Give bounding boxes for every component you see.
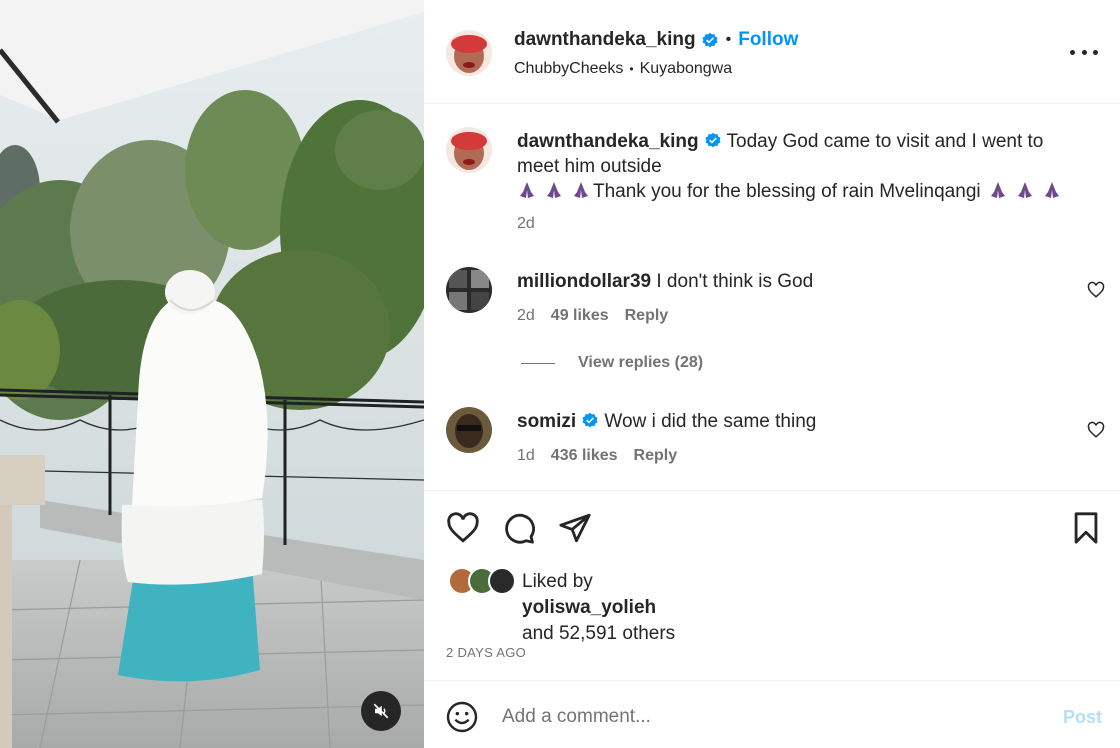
author-username[interactable]: dawnthandeka_king: [514, 29, 696, 51]
liked-by-label: Liked by: [522, 571, 593, 592]
audio-artist[interactable]: ChubbyCheeks: [514, 60, 623, 78]
follow-button[interactable]: Follow: [738, 29, 798, 51]
pray-emoji: [520, 182, 534, 198]
commenter-username[interactable]: somizi: [517, 411, 576, 432]
muted-audio-icon: [373, 703, 389, 719]
liked-by-user[interactable]: yoliswa_yolieh: [522, 597, 656, 618]
liked-by: Liked by yoliswa_yolieh and 52,591 other…: [522, 569, 675, 647]
verified-badge-icon: [702, 32, 718, 48]
comment-composer: Post: [424, 680, 1120, 748]
pray-emoji: [547, 182, 561, 198]
more-options-icon[interactable]: [1070, 40, 1098, 64]
caption-username[interactable]: dawnthandeka_king: [517, 131, 699, 152]
commenter-avatar[interactable]: [446, 267, 492, 313]
caption-time[interactable]: 2d: [517, 215, 535, 233]
comment-body: milliondollar39 I don't think is God: [517, 271, 813, 293]
comment-text: I don't think is God: [656, 271, 814, 292]
reply-button[interactable]: Reply: [625, 307, 669, 325]
liker-avatars: [448, 567, 518, 597]
post-caption: dawnthandeka_king Today God came to visi…: [517, 129, 1087, 204]
pray-emoji: [1017, 182, 1032, 198]
comment-input[interactable]: [502, 703, 1022, 731]
likes-count[interactable]: and 52,591 others: [522, 623, 675, 644]
comment-icon[interactable]: [502, 511, 536, 545]
heart-icon[interactable]: [1087, 281, 1105, 299]
audio-title[interactable]: Kuyabongwa: [640, 60, 733, 78]
replies-divider: [521, 362, 555, 364]
comments-section: dawnthandeka_king Today God came to visi…: [424, 105, 1120, 490]
verified-badge-icon: [705, 132, 721, 148]
author-avatar[interactable]: [446, 30, 492, 76]
post-comment-button[interactable]: Post: [1063, 707, 1102, 728]
separator-dot: •: [629, 62, 634, 76]
heart-icon[interactable]: [1087, 421, 1105, 439]
pray-emoji: [990, 182, 1005, 198]
emoji-icon[interactable]: [446, 701, 478, 733]
commenter-avatar[interactable]: [446, 407, 492, 453]
post-actions: Liked by yoliswa_yolieh and 52,591 other…: [424, 490, 1120, 680]
pray-emoji: [1044, 182, 1059, 198]
mute-toggle-button[interactable]: [361, 691, 401, 731]
caption-text-line2: Thank you for the blessing of rain Mveli…: [593, 181, 981, 202]
post-header: dawnthandeka_king • Follow ChubbyCheeks …: [424, 0, 1120, 104]
comment-meta: 2d 49 likes Reply: [517, 307, 668, 325]
comment-body: somizi Wow i did the same thing: [517, 411, 816, 433]
reply-button[interactable]: Reply: [634, 447, 678, 465]
post-timestamp[interactable]: 2 DAYS AGO: [446, 645, 526, 660]
comment-likes[interactable]: 436 likes: [551, 447, 618, 465]
liker-avatar[interactable]: [488, 567, 516, 595]
comment-time[interactable]: 1d: [517, 447, 535, 465]
share-icon[interactable]: [558, 511, 592, 545]
bookmark-icon[interactable]: [1069, 511, 1103, 545]
verified-badge-icon: [582, 412, 598, 428]
post-media[interactable]: [0, 0, 424, 748]
comment-likes[interactable]: 49 likes: [551, 307, 609, 325]
post-details-panel: dawnthandeka_king • Follow ChubbyCheeks …: [424, 0, 1120, 748]
comment-time[interactable]: 2d: [517, 307, 535, 325]
comment-meta: 1d 436 likes Reply: [517, 447, 677, 465]
caption-author-avatar[interactable]: [446, 127, 492, 173]
comment-text: Wow i did the same thing: [604, 411, 817, 432]
view-replies-button[interactable]: View replies (28): [521, 354, 703, 372]
post-photo: [0, 0, 424, 748]
commenter-username[interactable]: milliondollar39: [517, 271, 651, 292]
like-heart-icon[interactable]: [446, 511, 480, 545]
pray-emoji: [574, 182, 588, 198]
separator-dot: •: [725, 31, 732, 48]
view-replies-label: View replies (28): [578, 354, 704, 371]
